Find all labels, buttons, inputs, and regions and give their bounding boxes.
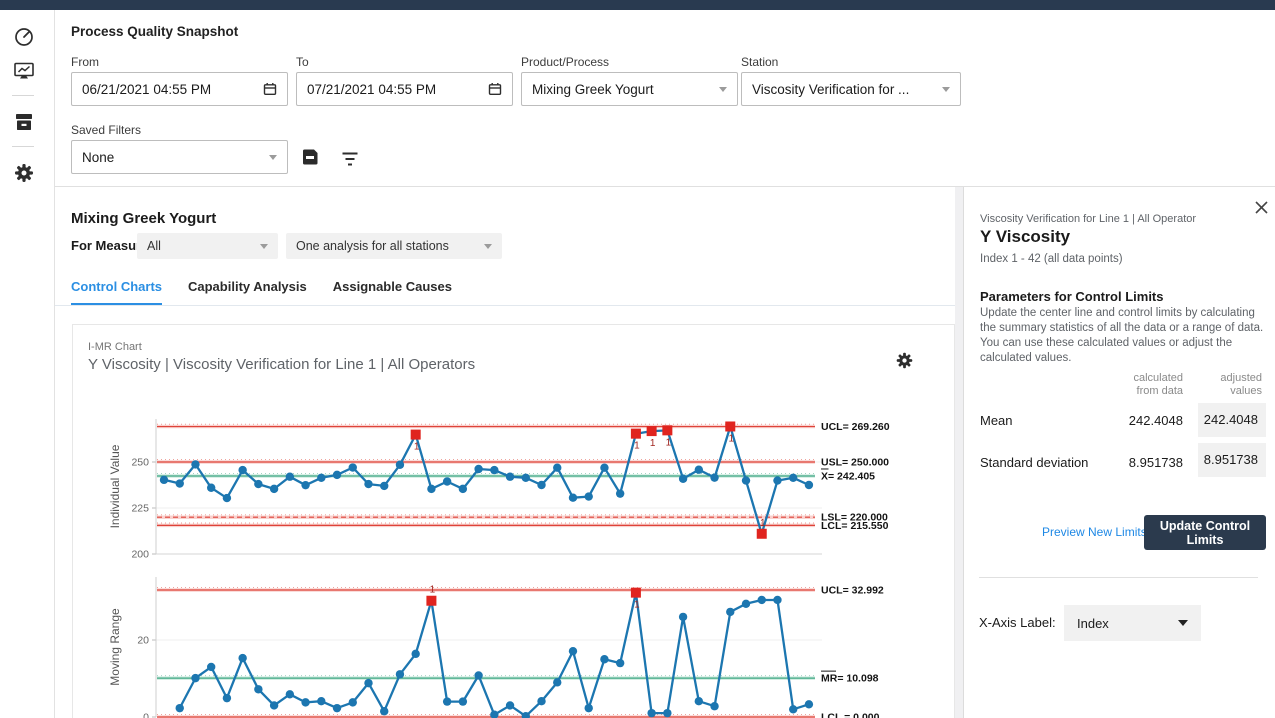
- analysis-value: One analysis for all stations: [296, 239, 449, 253]
- svg-text:1: 1: [666, 437, 672, 448]
- product-label: Product/Process: [521, 55, 609, 69]
- top-bar: [0, 0, 1275, 10]
- app-root: Process Quality Snapshot From To: [0, 0, 1275, 718]
- tab-control-charts[interactable]: Control Charts: [71, 279, 162, 306]
- charts-monitor-icon[interactable]: [13, 60, 35, 82]
- close-icon[interactable]: [1254, 200, 1270, 216]
- dropdown-caret-icon: [260, 244, 268, 249]
- from-date-input[interactable]: [82, 82, 263, 97]
- sidebar: [0, 10, 55, 718]
- stdev-adjusted-input[interactable]: 8.951738: [1198, 443, 1266, 477]
- xaxis-value: Index: [1077, 616, 1109, 631]
- panel-subtitle: Viscosity Verification for Line 1 | All …: [980, 213, 1196, 225]
- filter-lines-icon[interactable]: [340, 151, 360, 167]
- measure-value: All: [147, 239, 161, 253]
- mean-calculated-value: 242.4048: [1129, 413, 1183, 428]
- sidebar-divider: [12, 146, 34, 147]
- saved-filters-value: None: [82, 150, 114, 165]
- saved-filters-select[interactable]: None: [71, 140, 288, 174]
- analysis-select[interactable]: One analysis for all stations: [286, 233, 502, 259]
- stdev-calculated-value: 8.951738: [1129, 455, 1183, 470]
- settings-gear-icon[interactable]: [13, 162, 35, 184]
- station-select[interactable]: Viscosity Verification for ...: [741, 72, 961, 106]
- to-date-field[interactable]: [296, 72, 513, 106]
- dropdown-caret-icon: [942, 87, 950, 92]
- page-title: Process Quality Snapshot: [71, 24, 238, 39]
- xaxis-label: X-Axis Label:: [979, 615, 1056, 630]
- panel-divider: [979, 577, 1258, 578]
- station-value: Viscosity Verification for ...: [752, 82, 909, 97]
- dropdown-caret-icon: [719, 87, 727, 92]
- svg-text:1: 1: [634, 441, 640, 452]
- dropdown-caret-icon: [269, 155, 277, 160]
- svg-text:1: 1: [414, 442, 420, 453]
- tab-divider: [55, 305, 955, 306]
- svg-text:LCL= 215.550: LCL= 215.550: [821, 520, 889, 532]
- imr-chart-card: I-MR Chart Y Viscosity | Viscosity Verif…: [72, 324, 955, 718]
- imr-chart-svg: 250225200UCL= 269.260USL= 250.000X= 242.…: [73, 325, 956, 718]
- from-date-field[interactable]: [71, 72, 288, 106]
- preview-new-limits-link[interactable]: Preview New Limits: [1042, 525, 1147, 539]
- calendar-icon[interactable]: [263, 82, 277, 96]
- svg-text:UCL= 32.992: UCL= 32.992: [821, 584, 884, 596]
- stdev-label: Standard deviation: [980, 455, 1088, 470]
- svg-text:1: 1: [760, 518, 766, 529]
- product-value: Mixing Greek Yogurt: [532, 82, 654, 97]
- svg-text:0: 0: [143, 712, 149, 718]
- svg-text:1: 1: [728, 433, 734, 444]
- svg-text:Moving Range: Moving Range: [108, 608, 122, 686]
- svg-text:250: 250: [131, 457, 149, 469]
- svg-text:20: 20: [137, 635, 149, 647]
- save-filter-icon[interactable]: [301, 148, 319, 166]
- dropdown-caret-icon: [484, 244, 492, 249]
- svg-text:LCL = 0.000: LCL = 0.000: [821, 712, 880, 718]
- col-header-calculated: calculated from data: [1113, 372, 1183, 398]
- svg-text:225: 225: [131, 503, 149, 515]
- update-control-limits-button[interactable]: Update Control Limits: [1144, 515, 1266, 550]
- gauge-dashboard-icon[interactable]: [13, 26, 35, 48]
- mean-label: Mean: [980, 413, 1013, 428]
- mean-adjusted-input[interactable]: 242.4048: [1198, 403, 1266, 437]
- section-title: Mixing Greek Yogurt: [71, 210, 216, 227]
- from-label: From: [71, 55, 99, 69]
- tab-bar: Control Charts Capability Analysis Assig…: [71, 279, 452, 306]
- filter-header: Process Quality Snapshot From To: [55, 10, 1275, 187]
- control-limits-panel: Viscosity Verification for Line 1 | All …: [963, 187, 1275, 718]
- svg-text:X= 242.405: X= 242.405: [821, 470, 875, 482]
- tab-assignable-causes[interactable]: Assignable Causes: [333, 279, 452, 306]
- xaxis-select[interactable]: Index: [1064, 605, 1201, 641]
- calendar-icon[interactable]: [488, 82, 502, 96]
- sidebar-divider: [12, 95, 34, 96]
- panel-section-heading: Parameters for Control Limits: [980, 289, 1164, 304]
- saved-filters-label: Saved Filters: [71, 123, 141, 137]
- panel-index-range: Index 1 - 42 (all data points): [980, 253, 1123, 265]
- station-label: Station: [741, 55, 778, 69]
- svg-text:UCL= 269.260: UCL= 269.260: [821, 421, 890, 433]
- dropdown-caret-icon: [1178, 620, 1188, 626]
- panel-description: Update the center line and control limit…: [980, 306, 1268, 366]
- panel-title: Y Viscosity: [980, 227, 1070, 247]
- svg-text:MR= 10.098: MR= 10.098: [821, 673, 879, 685]
- data-archive-icon[interactable]: [13, 111, 35, 133]
- to-date-input[interactable]: [307, 82, 488, 97]
- svg-text:Individual Value: Individual Value: [108, 444, 122, 528]
- to-label: To: [296, 55, 309, 69]
- svg-text:1: 1: [650, 438, 656, 449]
- svg-text:USL= 250.000: USL= 250.000: [821, 457, 889, 469]
- svg-text:1: 1: [430, 585, 436, 596]
- col-header-adjusted: adjusted values: [1202, 372, 1262, 398]
- svg-text:1: 1: [634, 600, 640, 611]
- svg-text:200: 200: [131, 549, 149, 561]
- tab-capability-analysis[interactable]: Capability Analysis: [188, 279, 307, 306]
- product-select[interactable]: Mixing Greek Yogurt: [521, 72, 738, 106]
- measure-select[interactable]: All: [137, 233, 278, 259]
- panel-gap: [955, 187, 963, 718]
- main-content: Mixing Greek Yogurt For Measure: All One…: [55, 187, 955, 718]
